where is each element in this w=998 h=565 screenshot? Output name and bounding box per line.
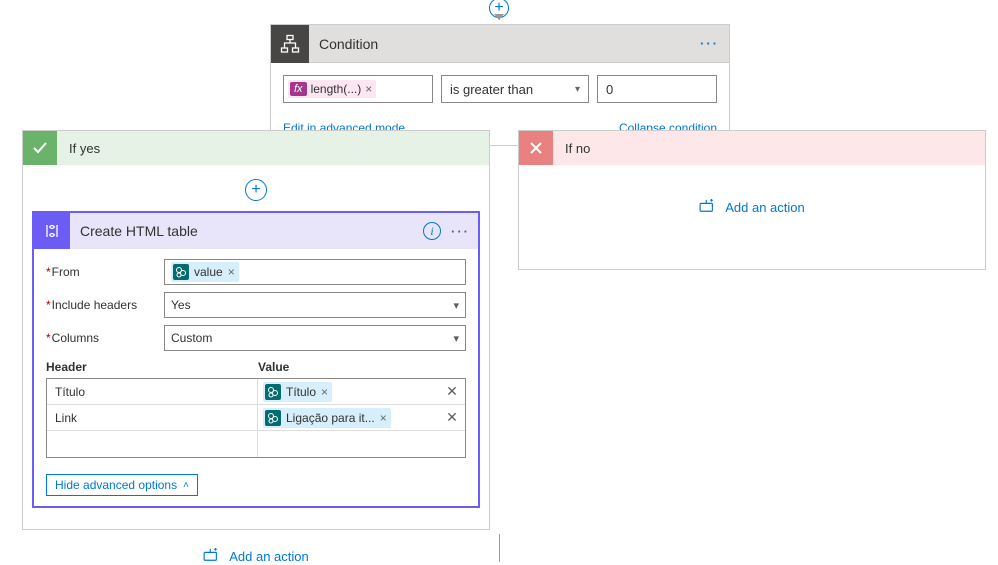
operator-value: is greater than (450, 82, 533, 97)
fx-icon: fx (290, 82, 307, 96)
add-action-yes[interactable]: Add an action (23, 548, 489, 565)
sharepoint-icon (265, 410, 281, 426)
column-header-value: Value (258, 360, 289, 374)
action-header[interactable]: Create HTML table i ··· (34, 213, 478, 249)
condition-icon (271, 25, 309, 63)
action-title: Create HTML table (80, 223, 423, 239)
chevron-down-icon: ▾ (575, 84, 580, 95)
expression-token[interactable]: fx length(...) × (288, 80, 376, 98)
column-value-input[interactable] (258, 431, 439, 457)
condition-rhs-field[interactable]: 0 (597, 75, 717, 103)
column-value-input[interactable]: Ligação para it... × (258, 405, 439, 430)
delete-row[interactable]: ✕ (439, 409, 465, 426)
create-html-table-card: Create HTML table i ··· *From value × *I… (32, 211, 480, 508)
add-action-icon (203, 548, 221, 565)
column-header-header: Header (46, 360, 258, 374)
token-remove[interactable]: × (380, 411, 387, 425)
include-headers-value: Yes (171, 298, 191, 312)
from-label: *From (46, 265, 164, 279)
if-no-header[interactable]: If no (519, 131, 985, 165)
condition-body: fx length(...) × is greater than ▾ 0 (271, 63, 729, 115)
condition-lhs-field[interactable]: fx length(...) × (283, 75, 433, 103)
condition-header[interactable]: Condition ··· (271, 25, 729, 63)
columns-label: *Columns (46, 331, 164, 345)
connector-line-bottom (499, 534, 500, 562)
arrow-down-icon (494, 14, 504, 20)
columns-value: Custom (171, 331, 212, 345)
column-value-input[interactable]: Título × (258, 379, 439, 404)
token-remove[interactable]: × (228, 265, 235, 279)
delete-row[interactable]: ✕ (439, 383, 465, 400)
action-menu[interactable]: ··· (451, 224, 470, 239)
condition-title: Condition (319, 36, 700, 52)
add-action-icon (699, 199, 717, 216)
sharepoint-icon (173, 264, 189, 280)
token-label: Ligação para it... (286, 411, 375, 425)
if-yes-header[interactable]: If yes (23, 131, 489, 165)
include-headers-label: *Include headers (46, 298, 164, 312)
column-row: Título Título × ✕ (47, 379, 465, 405)
chevron-down-icon: ▾ (453, 299, 459, 312)
column-row-empty (47, 431, 465, 457)
if-no-title: If no (565, 141, 590, 156)
sp-token[interactable]: Ligação para it... × (263, 408, 391, 428)
data-operations-icon (34, 213, 70, 249)
column-header-input[interactable] (47, 431, 258, 457)
sharepoint-icon (265, 384, 281, 400)
if-no-branch: If no Add an action (518, 130, 986, 270)
if-yes-title: If yes (69, 141, 100, 156)
expression-token-label: length(...) (311, 82, 362, 96)
columns-select[interactable]: Custom ▾ (164, 325, 466, 351)
from-field[interactable]: value × (164, 259, 466, 285)
info-icon[interactable]: i (423, 222, 441, 240)
condition-menu[interactable]: ··· (700, 36, 719, 51)
token-label: value (194, 265, 223, 279)
hide-advanced-label: Hide advanced options (55, 478, 177, 492)
sp-token[interactable]: Título × (263, 382, 332, 402)
token-remove[interactable]: × (321, 385, 328, 399)
chevron-up-icon: ˄ (183, 480, 189, 491)
condition-operator-select[interactable]: is greater than ▾ (441, 75, 589, 103)
chevron-down-icon: ▾ (453, 332, 459, 345)
sp-token-value[interactable]: value × (171, 262, 239, 282)
token-remove[interactable]: × (365, 82, 372, 96)
close-icon (519, 131, 553, 165)
hide-advanced-options[interactable]: Hide advanced options ˄ (46, 474, 198, 496)
token-label: Título (286, 385, 316, 399)
if-yes-branch: If yes + Create HTML table i ··· *From v… (22, 130, 490, 530)
add-action-no[interactable]: Add an action (519, 199, 985, 216)
condition-card: Condition ··· fx length(...) × is greate… (270, 24, 730, 146)
column-row: Link Ligação para it... × ✕ (47, 405, 465, 431)
columns-grid: Título Título × ✕ Link (46, 378, 466, 458)
include-headers-select[interactable]: Yes ▾ (164, 292, 466, 318)
add-action-label: Add an action (725, 200, 805, 215)
rhs-value: 0 (606, 82, 613, 97)
column-header-input[interactable]: Título (47, 379, 258, 404)
column-header-input[interactable]: Link (47, 405, 258, 430)
add-step-yes[interactable]: + (245, 179, 267, 201)
check-icon (23, 131, 57, 165)
